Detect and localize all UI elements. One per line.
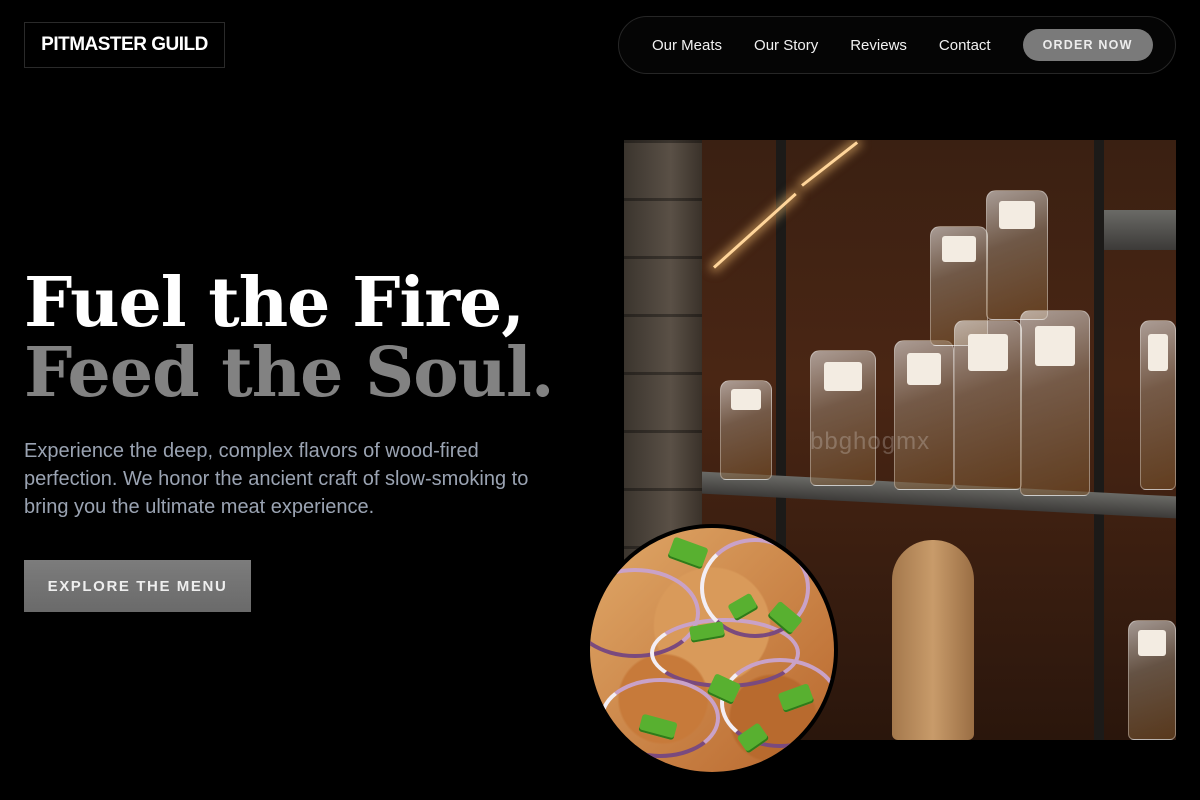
pasta-bag [1140,320,1176,490]
pasta-bag [894,340,954,490]
wooden-pizza-peel [892,540,974,740]
shelf-board [1104,210,1176,250]
explore-menu-button[interactable]: EXPLORE THE MENU [24,560,251,612]
light-strip [801,141,859,187]
order-now-button[interactable]: ORDER NOW [1022,29,1153,61]
pasta-bag [954,320,1022,490]
food-closeup-photo [586,524,838,776]
pasta-bag [986,190,1048,320]
nav-link-contact[interactable]: Contact [939,37,991,54]
hero-headline-line2: Feed the Soul. [24,333,555,413]
top-nav: Our Meats Our Story Reviews Contact ORDE… [618,16,1176,74]
shelf-post [1094,140,1104,740]
pasta-bag [810,350,876,486]
pasta-bag [1128,620,1176,740]
nav-link-reviews[interactable]: Reviews [850,37,907,54]
hero-headline: Fuel the Fire, Feed the Soul. [24,263,555,413]
herb-piece [667,536,709,570]
pasta-bag [1020,310,1090,496]
brand-logo[interactable]: PITMASTER GUILD [24,22,225,68]
hero-subtext: Experience the deep, complex flavors of … [24,440,529,518]
landing-page: PITMASTER GUILD Our Meats Our Story Revi… [0,0,1200,800]
photo-watermark: bbghogmx [810,428,931,455]
pasta-bag [720,380,772,480]
nav-link-our-meats[interactable]: Our Meats [652,37,722,54]
onion-ring [720,658,834,748]
hero-headline-line1: Fuel the Fire, [24,263,525,343]
nav-link-our-story[interactable]: Our Story [754,37,818,54]
